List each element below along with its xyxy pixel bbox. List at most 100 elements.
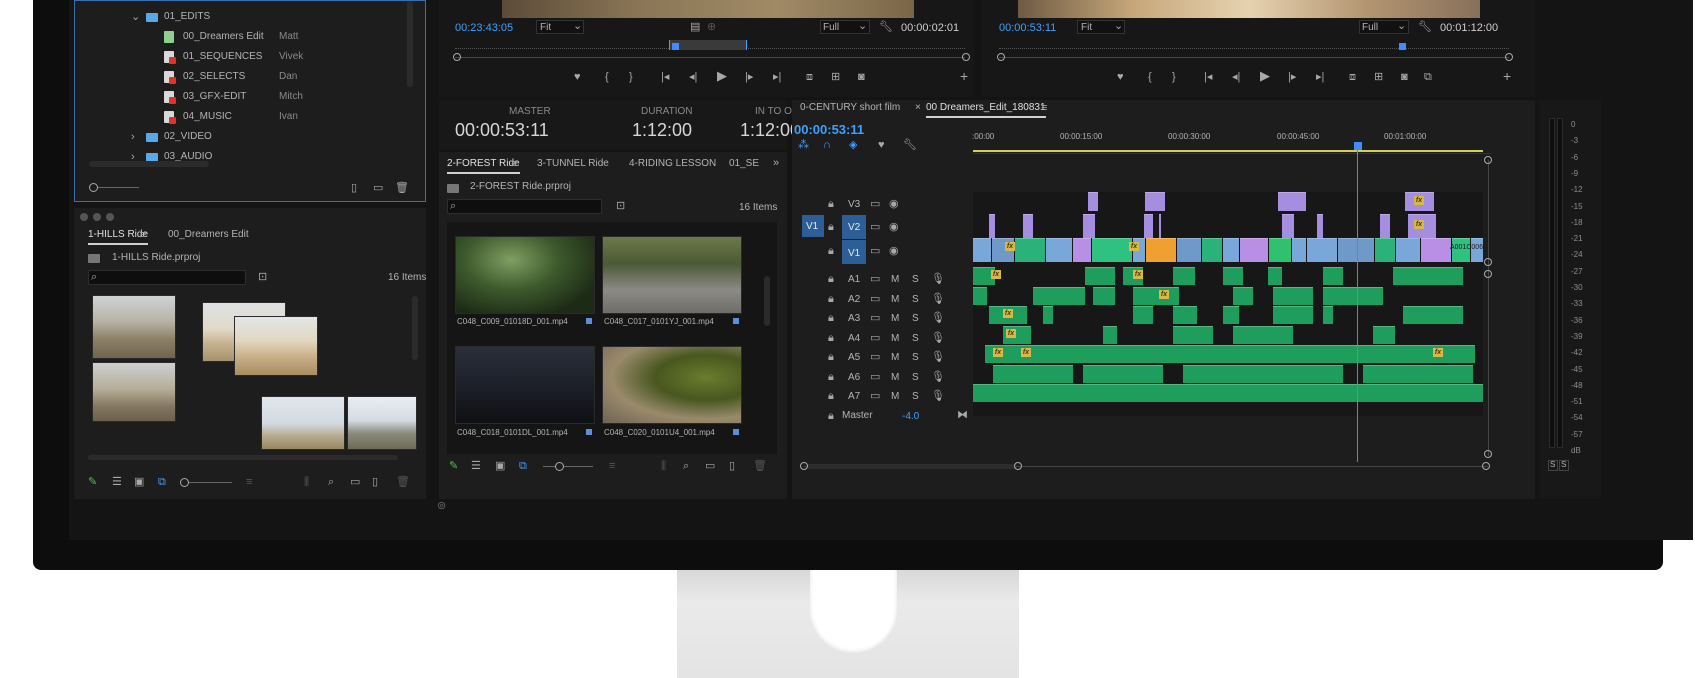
audio-clip[interactable] xyxy=(1403,306,1463,324)
tab-dreamers-edit[interactable]: 00 Dreamers_Edit_180831 xyxy=(926,102,1046,118)
tab-riding-lesson[interactable]: 4-RIDING LESSON xyxy=(629,158,716,169)
lock-icon[interactable]: 🔒︎ xyxy=(828,312,834,324)
program-timecode[interactable]: 00:00:53:11 xyxy=(999,22,1056,34)
video-clip[interactable] xyxy=(1375,238,1395,262)
close-tab-icon[interactable]: × xyxy=(915,102,921,113)
clip-thumbnail[interactable] xyxy=(92,362,176,422)
sync-lock-icon[interactable]: ▭ xyxy=(870,351,880,363)
video-clip[interactable] xyxy=(1269,238,1291,262)
audio-clip[interactable] xyxy=(993,365,1073,383)
mark-out-icon[interactable]: } xyxy=(1172,71,1176,83)
audio-clip[interactable] xyxy=(1393,267,1463,285)
clip-thumbnail[interactable] xyxy=(602,236,742,314)
overflow-icon[interactable]: » xyxy=(773,157,779,169)
status-icon[interactable]: ⊚ xyxy=(437,500,446,512)
new-item-icon[interactable]: ▯ xyxy=(729,460,735,472)
audio-clip[interactable] xyxy=(1233,287,1253,305)
source-in-out-range[interactable] xyxy=(669,40,747,50)
sync-lock-icon[interactable]: ▭ xyxy=(870,312,880,324)
microphone-icon[interactable]: 🎙︎ xyxy=(931,351,945,363)
tree-item-label[interactable]: 00_Dreamers Edit xyxy=(183,31,264,42)
pencil-icon[interactable]: ✎ xyxy=(88,476,97,488)
tree-item-label[interactable]: 02_VIDEO xyxy=(164,131,212,142)
fx-badge-icon[interactable]: fx xyxy=(1021,348,1031,357)
audio-clip[interactable] xyxy=(1103,326,1117,344)
audio-clip[interactable] xyxy=(1323,306,1333,324)
sort-icon[interactable]: ≡ xyxy=(246,476,252,488)
solo-button[interactable]: S xyxy=(912,294,919,305)
zoom-slider-handle[interactable] xyxy=(555,462,564,471)
eye-icon[interactable]: ◉ xyxy=(889,198,899,210)
audio-clip[interactable] xyxy=(1183,365,1343,383)
wrench-icon[interactable]: 🔧︎ xyxy=(879,21,893,33)
tab-forest-ride[interactable]: 2-FOREST Ride xyxy=(447,158,520,174)
track-label-audio[interactable]: A6 xyxy=(848,372,860,383)
track-label-audio[interactable]: A5 xyxy=(848,352,860,363)
program-ruler[interactable] xyxy=(999,44,1509,49)
scroll-handle[interactable] xyxy=(1484,258,1492,266)
go-to-out-icon[interactable]: ▸| xyxy=(773,71,781,83)
sync-lock-icon[interactable]: ▭ xyxy=(870,221,880,233)
scroll-handle[interactable] xyxy=(1484,450,1492,458)
search-input[interactable] xyxy=(88,270,246,285)
audio-clip[interactable] xyxy=(1043,306,1053,324)
scroll-handle[interactable] xyxy=(1014,462,1022,470)
tab-tunnel-ride[interactable]: 3-TUNNEL Ride xyxy=(537,158,609,169)
step-forward-icon[interactable]: |▸ xyxy=(1288,71,1296,83)
solo-button[interactable]: S xyxy=(912,352,919,363)
new-search-bin-icon[interactable]: ⊡ xyxy=(258,271,267,283)
track-label-audio[interactable]: A1 xyxy=(848,274,860,285)
mute-button[interactable]: M xyxy=(891,274,899,285)
sort-icon[interactable]: ≡ xyxy=(609,460,615,472)
step-forward-icon[interactable]: |▸ xyxy=(745,71,753,83)
track-label-audio[interactable]: A7 xyxy=(848,391,860,402)
list-view-icon[interactable]: ☰ xyxy=(112,476,122,488)
search-input[interactable] xyxy=(447,199,602,214)
sync-lock-icon[interactable]: ▭ xyxy=(870,293,880,305)
mark-out-icon[interactable]: } xyxy=(629,71,633,83)
tree-item-label[interactable]: 03_GFX-EDIT xyxy=(183,91,246,102)
microphone-icon[interactable]: 🎙︎ xyxy=(931,390,945,402)
timeline-timecode[interactable]: 00:00:53:11 xyxy=(794,122,864,137)
scroll-handle[interactable] xyxy=(1505,53,1513,61)
vertical-scrollbar[interactable] xyxy=(407,1,413,87)
fx-badge-icon[interactable]: fx xyxy=(1414,220,1424,229)
video-clip[interactable] xyxy=(1177,238,1201,262)
video-clip[interactable] xyxy=(1338,238,1374,262)
adjustment-clip[interactable] xyxy=(1159,214,1161,238)
automate-icon[interactable]: ⫼ xyxy=(661,460,666,472)
audio-clip[interactable] xyxy=(1323,287,1383,305)
microphone-icon[interactable]: 🎙︎ xyxy=(931,371,945,383)
step-back-icon[interactable]: ◂| xyxy=(1232,71,1240,83)
panel-menu-icon[interactable]: ≡ xyxy=(1041,102,1047,114)
audio-clip[interactable] xyxy=(1133,287,1179,305)
microphone-icon[interactable]: 🎙︎ xyxy=(931,293,945,305)
lock-icon[interactable]: 🔒︎ xyxy=(828,221,834,233)
scroll-handle[interactable] xyxy=(800,462,808,470)
find-icon[interactable]: ⌕ xyxy=(328,476,334,488)
mark-in-icon[interactable]: { xyxy=(1148,71,1152,83)
lock-icon[interactable]: 🔒︎ xyxy=(828,332,834,344)
lock-icon[interactable]: 🔒︎ xyxy=(828,390,834,402)
new-bin-icon[interactable]: ▭ xyxy=(373,182,383,194)
solo-button[interactable]: S xyxy=(912,372,919,383)
play-icon[interactable]: ▶ xyxy=(717,69,727,82)
extract-icon[interactable]: ⊞ xyxy=(1374,71,1383,83)
mute-button[interactable]: M xyxy=(891,372,899,383)
audio-clip[interactable] xyxy=(973,384,1483,402)
tree-item-label[interactable]: 04_MUSIC xyxy=(183,111,232,122)
sync-lock-icon[interactable]: ▭ xyxy=(870,371,880,383)
icon-view-icon[interactable]: ▣ xyxy=(495,460,505,472)
new-item-icon[interactable]: ▯ xyxy=(351,182,357,194)
scroll-range-bar[interactable] xyxy=(808,464,1016,469)
audio-clip[interactable] xyxy=(1223,267,1243,285)
mute-button[interactable]: M xyxy=(891,352,899,363)
program-scrollbar[interactable] xyxy=(999,57,1509,58)
sync-lock-icon[interactable]: ▭ xyxy=(870,273,880,285)
video-clip[interactable] xyxy=(1015,238,1045,262)
fx-badge-icon[interactable]: fx xyxy=(1006,329,1016,338)
audio-clip[interactable] xyxy=(1173,306,1197,324)
chevron-right-icon[interactable]: › xyxy=(131,131,135,143)
fx-badge-icon[interactable]: fx xyxy=(1159,290,1169,299)
lock-icon[interactable]: 🔒︎ xyxy=(828,371,834,383)
